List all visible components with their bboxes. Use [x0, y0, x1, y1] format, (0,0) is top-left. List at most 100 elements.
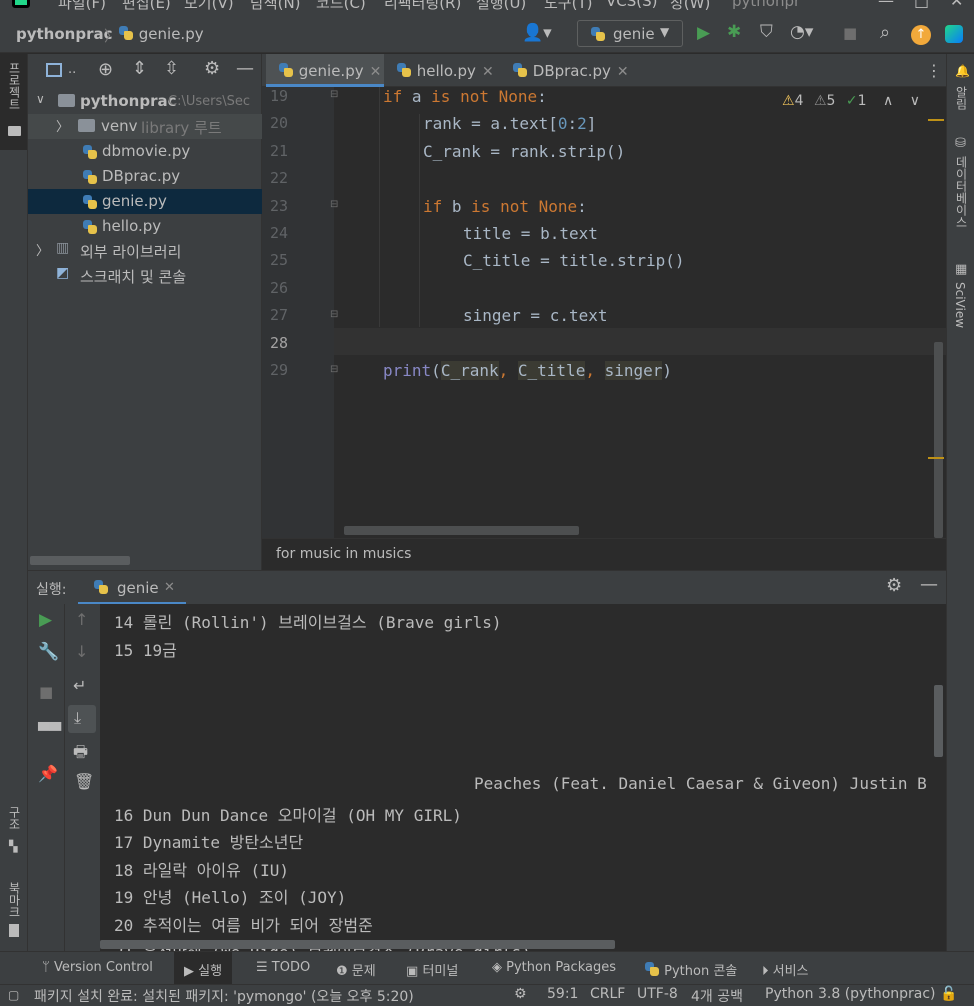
tree-file-selected[interactable]: genie.py: [28, 189, 262, 214]
warning-mark[interactable]: [928, 119, 944, 121]
gear-icon[interactable]: ⚙: [886, 577, 902, 595]
git-icon[interactable]: ⚙: [514, 986, 527, 1002]
close-window-icon[interactable]: ✕: [950, 0, 963, 10]
close-tab-icon[interactable]: ✕: [617, 64, 629, 80]
line-separator[interactable]: CRLF: [590, 986, 625, 1002]
user-icon[interactable]: 👤▾: [522, 23, 552, 43]
database-tool-button[interactable]: ⛁ 데이터베이스: [947, 134, 974, 244]
pin-icon[interactable]: 📌: [38, 766, 58, 782]
tool-services[interactable]: ⏵ 서비스: [762, 960, 809, 979]
coverage-icon[interactable]: ⛉: [760, 24, 773, 41]
menu-navigate[interactable]: 탐색(N): [250, 0, 301, 13]
tree-file[interactable]: hello.py: [28, 214, 262, 239]
stop-icon[interactable]: ■: [843, 26, 857, 41]
tool-python-packages[interactable]: ◈ Python Packages: [492, 960, 616, 975]
code-breadcrumb[interactable]: for music in musics: [262, 538, 946, 570]
horizontal-scrollbar[interactable]: [30, 556, 130, 565]
profile-icon[interactable]: ◔▾: [790, 24, 813, 41]
tool-version-control[interactable]: ᛘ Version Control: [42, 960, 153, 975]
jetbrains-toolbox-icon[interactable]: [945, 25, 963, 43]
trash-icon[interactable]: 🗑: [74, 774, 94, 790]
tool-terminal[interactable]: ▣ 터미널: [406, 960, 458, 979]
tool-todo[interactable]: ☰ TODO: [256, 960, 310, 975]
layout-icon[interactable]: ▀▀: [38, 724, 61, 739]
rerun-icon[interactable]: ▶: [39, 612, 52, 629]
notifications-tool-button[interactable]: 🔔 알림: [947, 58, 974, 114]
tab-dbprac[interactable]: DBprac.py ✕: [512, 54, 632, 87]
arrow-up-icon[interactable]: ↑: [75, 612, 88, 628]
panel-view-icon[interactable]: [46, 63, 62, 77]
menu-code[interactable]: 코드(C): [316, 0, 366, 13]
search-icon[interactable]: ⌕: [880, 24, 890, 42]
menu-window[interactable]: 창(W): [670, 0, 710, 13]
stop-icon[interactable]: ■: [39, 685, 53, 700]
menu-refactor[interactable]: 리팩터링(R): [384, 0, 461, 13]
locate-file-icon[interactable]: ⊕: [98, 61, 113, 79]
debug-icon[interactable]: ✱: [727, 24, 741, 41]
hide-panel-icon[interactable]: —: [236, 60, 254, 78]
minimize-icon[interactable]: —: [878, 0, 894, 10]
fold-icon[interactable]: ⊟: [330, 199, 338, 210]
tab-hello[interactable]: hello.py ✕: [396, 54, 506, 87]
indent-setting[interactable]: 4개 공백: [691, 986, 743, 1006]
tab-genie[interactable]: genie.py ✕: [266, 54, 384, 87]
soft-wrap-icon[interactable]: ↵: [73, 678, 86, 694]
expand-all-icon[interactable]: ⇕: [132, 60, 147, 78]
bookmarks-tool-button[interactable]: 북마크: [0, 880, 27, 942]
inspection-widget[interactable]: ⚠4 ⚠5 ✓1 ∧ ∨: [782, 93, 920, 109]
menu-vcs[interactable]: VCS(S): [606, 0, 657, 10]
caret-position[interactable]: 59:1: [547, 986, 578, 1002]
project-tool-button[interactable]: 프로젝트: [0, 54, 27, 150]
menu-tools[interactable]: 도구(T): [544, 0, 592, 13]
tool-run[interactable]: ▶ 실행: [174, 952, 233, 985]
collapse-all-icon[interactable]: ⇳: [164, 60, 179, 78]
scroll-to-end-button[interactable]: ⤓: [68, 705, 96, 733]
tree-scratches[interactable]: ◩ 스크래치 및 콘솔: [28, 263, 262, 288]
tree-venv[interactable]: 〉 venv library 루트: [28, 114, 262, 139]
maximize-icon[interactable]: □: [914, 0, 929, 10]
horizontal-scrollbar[interactable]: [344, 526, 579, 535]
code-editor[interactable]: 19 20 21 22 23 24 25 26 27 28 29 ⊟ ⊟ ⊟ ⊟…: [262, 87, 946, 538]
chevron-up-icon[interactable]: ∧: [883, 93, 893, 109]
status-message[interactable]: 패키지 설치 완료: 설치된 패키지: 'pymongo' (오늘 오후 5:2…: [34, 986, 414, 1006]
update-icon[interactable]: ↑: [911, 25, 931, 45]
menu-file[interactable]: 파일(F): [58, 0, 106, 13]
toggle-tool-windows-icon[interactable]: ▢: [8, 988, 19, 1002]
wrench-icon[interactable]: 🔧: [38, 644, 59, 661]
chevron-down-icon[interactable]: ∨: [910, 93, 920, 109]
run-tab-genie[interactable]: genie ✕: [78, 571, 186, 605]
run-config-selector[interactable]: genie ▼: [577, 20, 683, 47]
file-encoding[interactable]: UTF-8: [637, 986, 678, 1002]
lock-icon[interactable]: 🔓: [940, 986, 957, 1002]
tool-problems[interactable]: ❶ 문제: [336, 960, 376, 979]
run-console[interactable]: 14 롤린 (Rollin') 브레이브걸스 (Brave girls) 15 …: [100, 604, 946, 951]
menu-view[interactable]: 보기(V): [184, 0, 234, 13]
more-tabs-icon[interactable]: ⋮: [926, 61, 942, 80]
print-icon[interactable]: 🖶: [73, 744, 88, 760]
fold-icon[interactable]: ⊟: [330, 89, 338, 100]
close-tab-icon[interactable]: ✕: [370, 64, 382, 80]
python-interpreter[interactable]: Python 3.8 (pythonprac): [765, 986, 936, 1002]
warning-mark[interactable]: [928, 457, 944, 459]
breadcrumb-project[interactable]: pythonprac: [16, 25, 113, 43]
menu-edit[interactable]: 편집(E): [122, 0, 171, 13]
fold-icon[interactable]: ⊟: [330, 309, 338, 320]
panel-view-label[interactable]: ..: [68, 62, 76, 77]
vertical-scrollbar[interactable]: [934, 685, 943, 757]
close-tab-icon[interactable]: ✕: [482, 64, 494, 80]
tree-file[interactable]: dbmovie.py: [28, 139, 262, 164]
breadcrumb-file[interactable]: genie.py: [118, 25, 204, 43]
horizontal-scrollbar[interactable]: [100, 940, 615, 949]
arrow-down-icon[interactable]: ↓: [75, 644, 88, 660]
tree-file[interactable]: DBprac.py: [28, 164, 262, 189]
close-tab-icon[interactable]: ✕: [164, 580, 175, 595]
sciview-tool-button[interactable]: ▦ SciView: [947, 260, 974, 340]
gear-icon[interactable]: ⚙: [204, 60, 220, 78]
menu-run[interactable]: 실행(U): [476, 0, 526, 13]
structure-tool-button[interactable]: 구조 ▚: [0, 804, 27, 854]
run-icon[interactable]: ▶: [697, 25, 710, 42]
hide-panel-icon[interactable]: —: [920, 576, 938, 594]
tree-root[interactable]: ∨ pythonprac C:\Users\Sec: [28, 90, 262, 115]
tool-python-console[interactable]: Python 콘솔: [644, 960, 737, 979]
tree-external-libraries[interactable]: 〉 ▥ 외부 라이브러리: [28, 238, 262, 263]
